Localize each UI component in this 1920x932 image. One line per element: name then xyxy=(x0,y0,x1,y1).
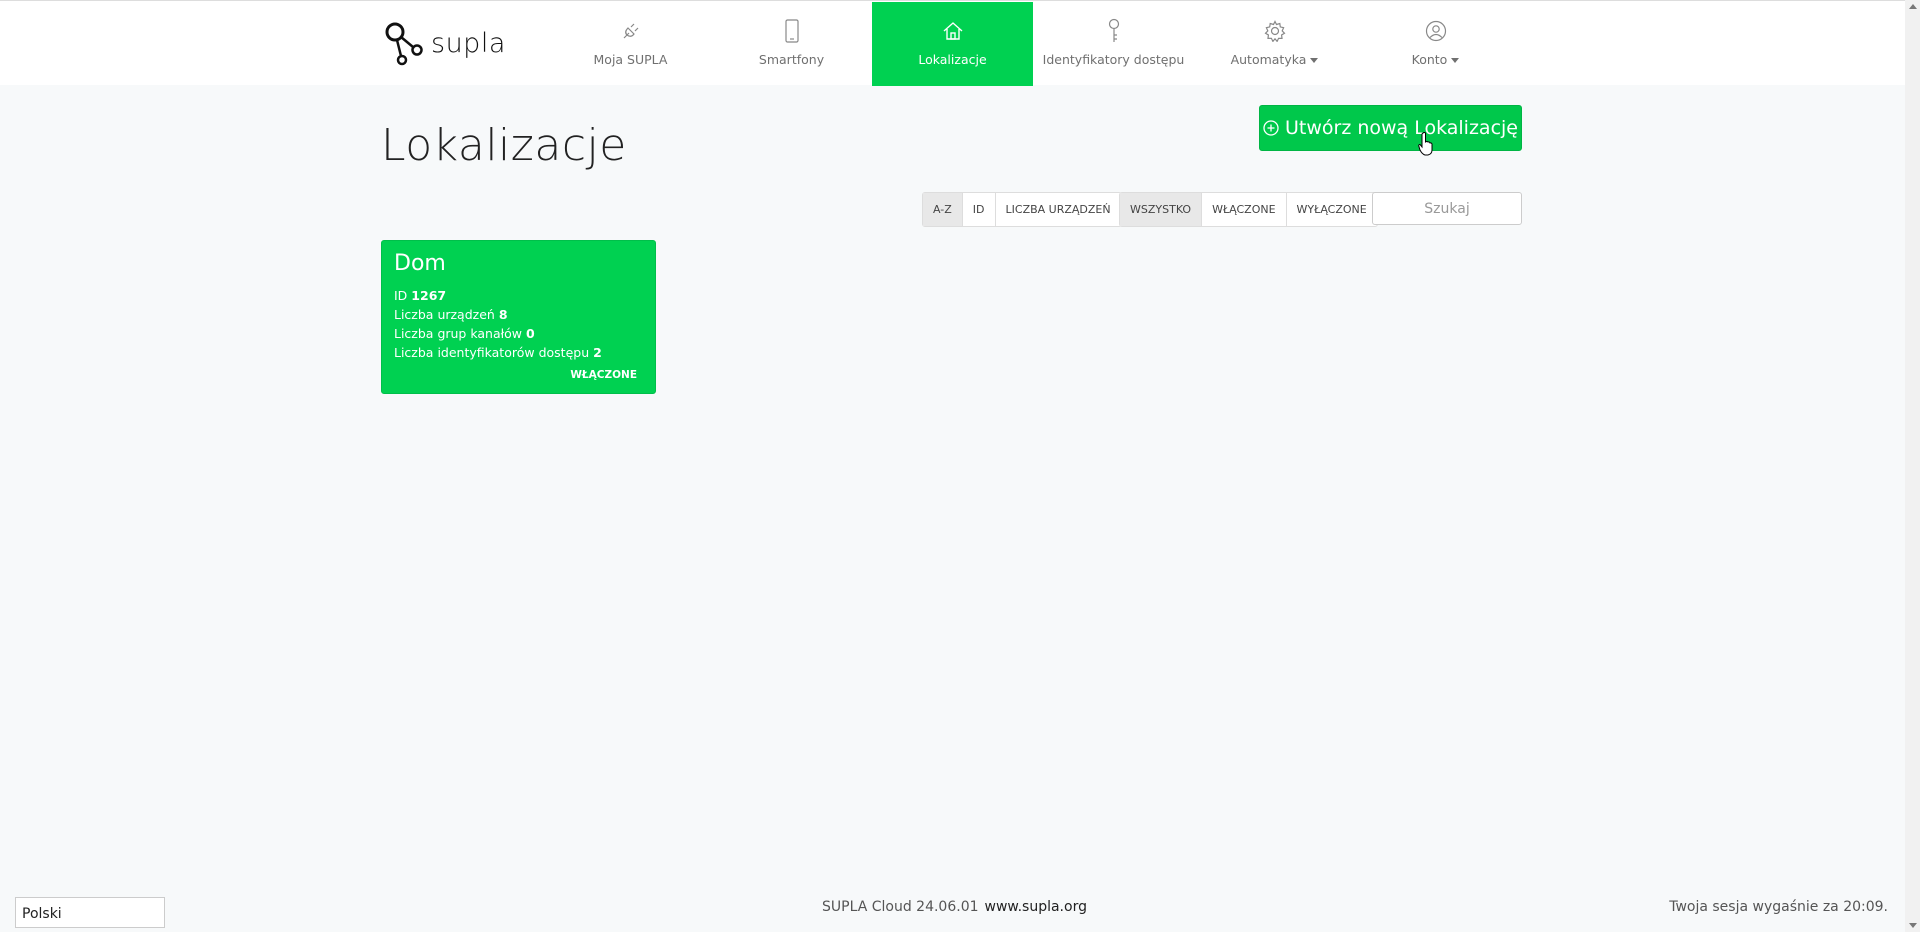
nav-label: Smartfony xyxy=(758,52,825,67)
search-input[interactable] xyxy=(1372,192,1522,225)
gear-icon xyxy=(1264,18,1286,44)
page-title: Lokalizacje xyxy=(381,120,627,171)
location-card[interactable]: Dom ID 1267 Liczba urządzeń 8 Liczba gru… xyxy=(381,240,656,394)
hand-cursor-icon xyxy=(1418,132,1433,156)
plus-circle-icon xyxy=(1263,120,1279,136)
version-text: SUPLA Cloud 24.06.01 xyxy=(822,899,979,915)
sort-device-count-button[interactable]: LICZBA URZĄDZEŃ xyxy=(996,193,1121,226)
location-access-ids-line: Liczba identyfikatorów dostępu 2 xyxy=(394,343,643,362)
nav-konto[interactable]: Konto xyxy=(1355,2,1516,86)
scroll-down-icon[interactable] xyxy=(1909,923,1917,928)
language-select[interactable]: Polski xyxy=(15,897,165,928)
location-groups: 0 xyxy=(526,326,535,341)
status-badge: WŁĄCZONE xyxy=(570,369,637,381)
filter-disabled-button[interactable]: WYŁĄCZONE xyxy=(1287,193,1377,226)
key-icon xyxy=(1106,18,1122,44)
filter-button-group: WSZYSTKO WŁĄCZONE WYŁĄCZONE xyxy=(1119,192,1378,227)
brand-name: supla xyxy=(431,27,506,59)
user-icon xyxy=(1425,18,1447,44)
footer-version: SUPLA Cloud 24.06.01 www.supla.org xyxy=(822,899,1087,915)
id-label: ID xyxy=(394,288,408,303)
location-devices-line: Liczba urządzeń 8 xyxy=(394,305,643,324)
nav-label-wrap: Automatyka xyxy=(1231,52,1319,67)
plug-icon xyxy=(620,18,642,44)
nav-lokalizacje[interactable]: Lokalizacje xyxy=(872,2,1033,86)
filter-enabled-button[interactable]: WŁĄCZONE xyxy=(1202,193,1287,226)
scrollbar[interactable] xyxy=(1905,0,1920,932)
filter-all-button[interactable]: WSZYSTKO xyxy=(1120,193,1203,226)
main-nav: Moja SUPLA Smartfony Lokalizacje Identyf… xyxy=(550,2,1516,86)
nav-label: Lokalizacje xyxy=(918,52,987,67)
smartphone-icon xyxy=(784,18,799,44)
location-devices: 8 xyxy=(498,307,508,322)
chevron-down-icon xyxy=(1310,58,1319,63)
top-navbar: supla Moja SUPLA Smartfony Lokalizacje I… xyxy=(0,0,1905,86)
groups-label: Liczba grup kanałów xyxy=(394,326,523,341)
location-id: 1267 xyxy=(411,288,447,303)
access-ids-label: Liczba identyfikatorów dostępu xyxy=(394,345,590,360)
nav-identyfikatory[interactable]: Identyfikatory dostępu xyxy=(1033,2,1194,86)
nav-label: Automatyka xyxy=(1230,52,1307,67)
chevron-down-icon xyxy=(1451,58,1460,63)
location-access-ids: 2 xyxy=(593,345,602,360)
sort-az-button[interactable]: A-Z xyxy=(923,193,963,226)
create-location-button[interactable]: Utwórz nową Lokalizację xyxy=(1259,105,1522,151)
nav-label: Identyfikatory dostępu xyxy=(1042,52,1185,67)
devices-label: Liczba urządzeń xyxy=(394,307,495,322)
nav-automatyka[interactable]: Automatyka xyxy=(1194,2,1355,86)
supla-logo[interactable]: supla xyxy=(385,19,506,67)
nav-label: Moja SUPLA xyxy=(593,52,668,67)
supla-org-link[interactable]: www.supla.org xyxy=(985,899,1087,915)
nav-moja-supla[interactable]: Moja SUPLA xyxy=(550,2,711,86)
sort-button-group: A-Z ID LICZBA URZĄDZEŃ xyxy=(922,192,1122,227)
nav-label: Konto xyxy=(1411,52,1448,67)
nav-label-wrap: Konto xyxy=(1412,52,1460,67)
supla-logo-icon xyxy=(385,22,423,66)
location-groups-line: Liczba grup kanałów 0 xyxy=(394,324,643,343)
location-name: Dom xyxy=(394,251,446,276)
home-icon xyxy=(942,18,964,44)
nav-smartfony[interactable]: Smartfony xyxy=(711,2,872,86)
scroll-up-icon[interactable] xyxy=(1909,4,1917,9)
location-id-line: ID 1267 xyxy=(394,286,643,305)
sort-id-button[interactable]: ID xyxy=(963,193,996,226)
session-timer: Twoja sesja wygaśnie za 20:09. xyxy=(1669,899,1888,915)
create-location-label: Utwórz nową Lokalizację xyxy=(1284,117,1518,139)
